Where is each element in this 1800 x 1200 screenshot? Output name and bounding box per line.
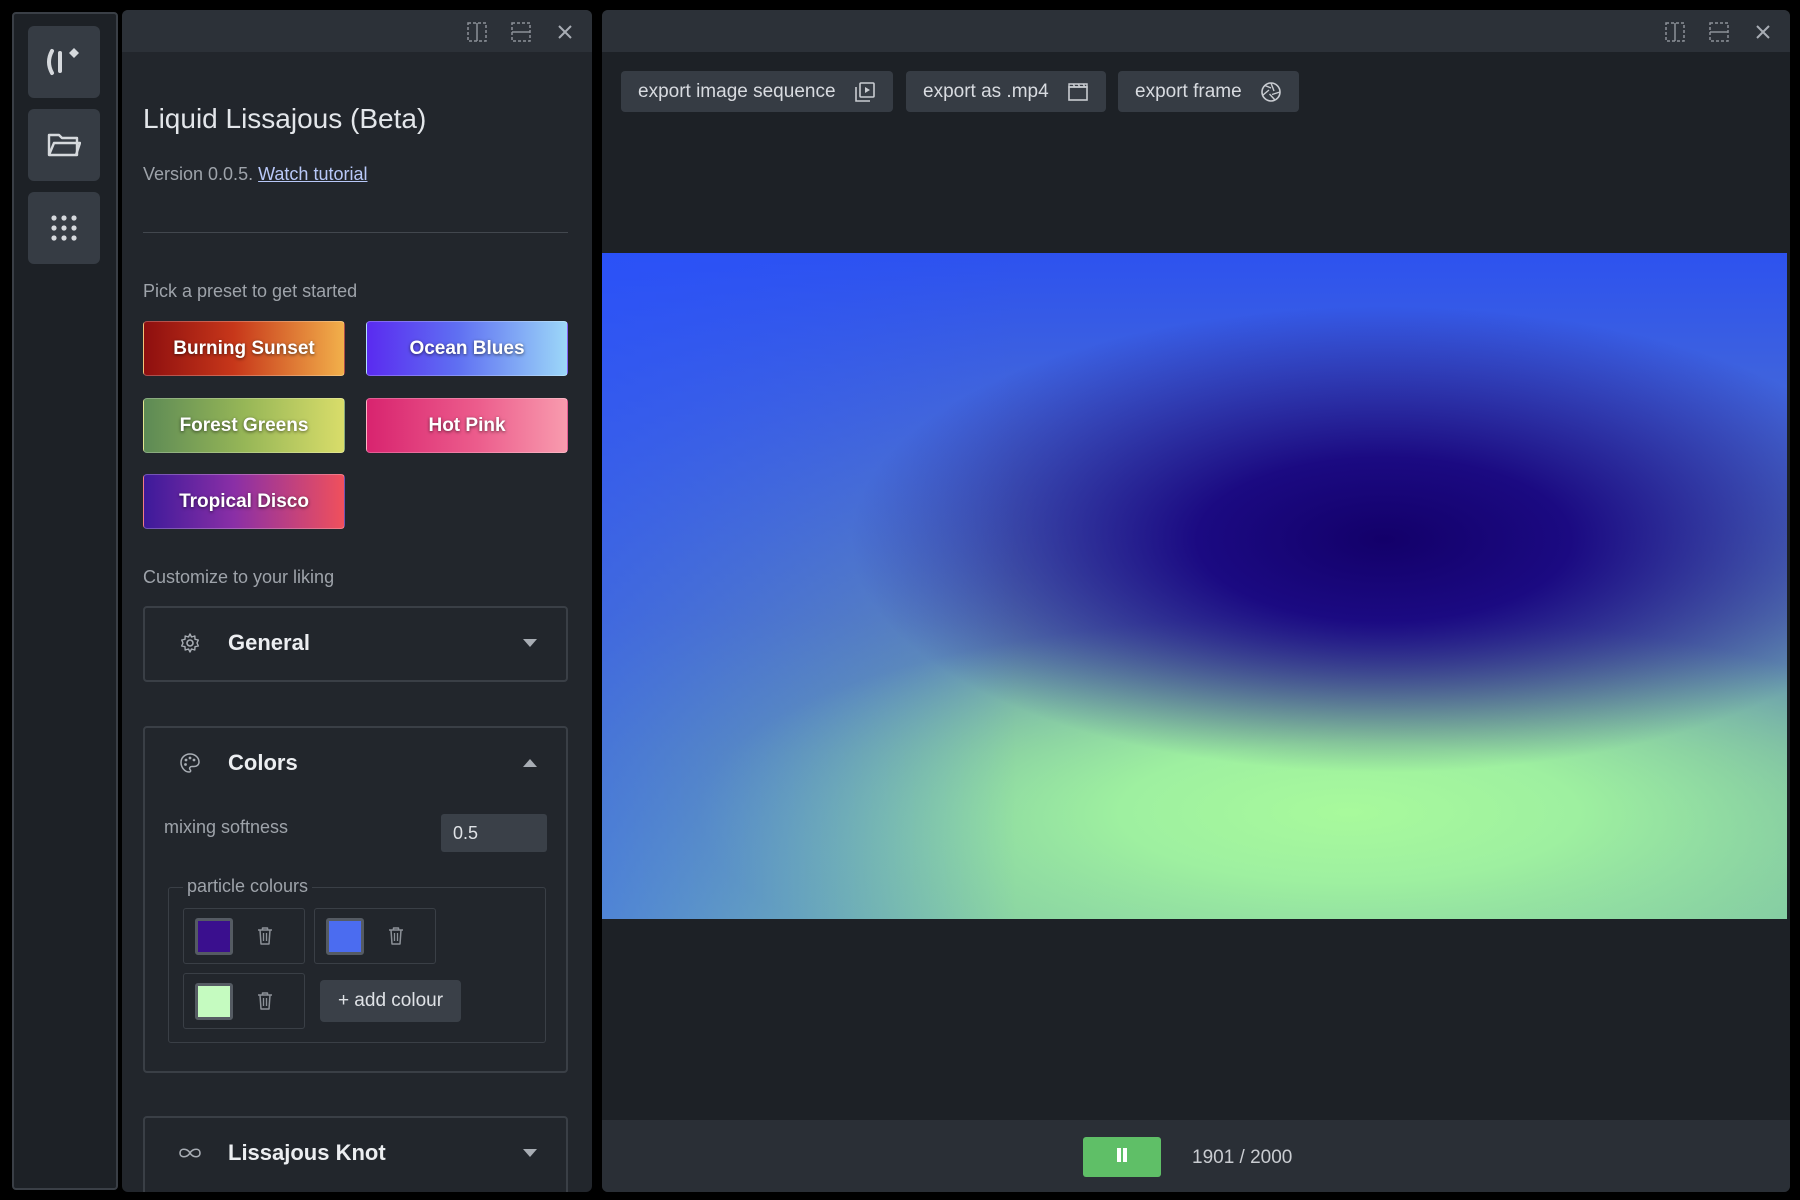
split-horizontal-icon[interactable] <box>510 21 532 43</box>
section-colors-header[interactable]: Colors <box>145 728 566 800</box>
export-frame-button[interactable]: export frame <box>1118 71 1299 112</box>
export-image-sequence-label: export image sequence <box>638 80 836 102</box>
preset-hot-pink[interactable]: Hot Pink <box>366 398 568 453</box>
preset-burning-sunset[interactable]: Burning Sunset <box>143 321 345 376</box>
version-line: Version 0.0.5. Watch tutorial <box>143 164 367 185</box>
section-lissajous-title: Lissajous Knot <box>228 1140 386 1165</box>
chevron-up-icon <box>523 759 537 767</box>
frame-counter: 1901 / 2000 <box>1192 1147 1293 1168</box>
particle-colours-legend: particle colours <box>183 876 313 897</box>
export-mp4-button[interactable]: export as .mp4 <box>906 71 1106 112</box>
open-folder-button[interactable] <box>28 109 100 181</box>
grid-icon <box>51 215 77 241</box>
colour-chip <box>314 908 436 964</box>
preset-ocean-blues[interactable]: Ocean Blues <box>366 321 568 376</box>
export-mp4-label: export as .mp4 <box>923 80 1049 102</box>
customize-prompt: Customize to your liking <box>143 567 335 587</box>
logo-button[interactable] <box>28 26 100 98</box>
playback-bar: 1901 / 2000 <box>602 1120 1790 1192</box>
trash-icon[interactable] <box>385 925 407 947</box>
section-lissajous-knot: Lissajous Knot <box>143 1116 568 1192</box>
divider <box>143 232 568 233</box>
preset-prompt: Pick a preset to get started <box>143 281 358 301</box>
gear-icon <box>181 633 199 653</box>
close-icon[interactable] <box>1752 21 1774 43</box>
add-colour-button[interactable]: + add colour <box>320 980 461 1022</box>
section-general: General <box>143 606 568 682</box>
split-vertical-icon[interactable] <box>1664 21 1686 43</box>
watch-tutorial-link[interactable]: Watch tutorial <box>258 164 367 184</box>
preview-panel: export image sequence export as .mp4 exp… <box>602 10 1790 1192</box>
split-horizontal-icon[interactable] <box>1708 21 1730 43</box>
folder-icon <box>47 133 81 157</box>
section-colors: Colors mixing softness particle colours <box>143 726 568 1073</box>
colour-swatch[interactable] <box>326 918 364 955</box>
settings-panel: Liquid Lissajous (Beta) Version 0.0.5. W… <box>122 10 592 1192</box>
logo-icon <box>47 48 79 75</box>
render-canvas[interactable] <box>602 253 1787 919</box>
colour-chip <box>183 973 305 1029</box>
section-colors-title: Colors <box>228 750 298 775</box>
section-general-header[interactable]: General <box>145 608 566 680</box>
pause-button[interactable] <box>1083 1137 1161 1177</box>
preset-tropical-disco[interactable]: Tropical Disco <box>143 474 345 529</box>
chevron-down-icon <box>523 639 537 647</box>
section-lissajous-header[interactable]: Lissajous Knot <box>145 1118 566 1190</box>
app-rail <box>12 12 118 1190</box>
image-sequence-icon <box>854 81 875 102</box>
mixing-softness-label: mixing softness <box>164 817 289 837</box>
trash-icon[interactable] <box>254 925 276 947</box>
apps-grid-button[interactable] <box>28 192 100 264</box>
clapper-icon <box>1067 82 1088 101</box>
mixing-softness-input[interactable] <box>441 814 547 852</box>
chevron-down-icon <box>523 1149 537 1157</box>
colour-chip <box>183 908 305 964</box>
aperture-icon <box>1260 81 1281 102</box>
export-frame-label: export frame <box>1135 80 1242 102</box>
colour-swatch[interactable] <box>195 983 233 1020</box>
export-image-sequence-button[interactable]: export image sequence <box>621 71 893 112</box>
app-title: Liquid Lissajous (Beta) <box>143 103 427 134</box>
pause-icon <box>1116 1147 1128 1167</box>
version-text: Version 0.0.5. <box>143 164 254 184</box>
preset-forest-greens[interactable]: Forest Greens <box>143 398 345 453</box>
close-icon[interactable] <box>554 21 576 43</box>
preview-titlebar <box>602 10 1790 52</box>
trash-icon[interactable] <box>254 990 276 1012</box>
panel-titlebar <box>122 10 592 52</box>
particle-colours-group: particle colours + add colour <box>168 876 546 1043</box>
infinity-icon <box>179 1148 201 1158</box>
split-vertical-icon[interactable] <box>466 21 488 43</box>
colour-swatch[interactable] <box>195 918 233 955</box>
palette-icon <box>180 753 200 773</box>
section-general-title: General <box>228 630 310 655</box>
